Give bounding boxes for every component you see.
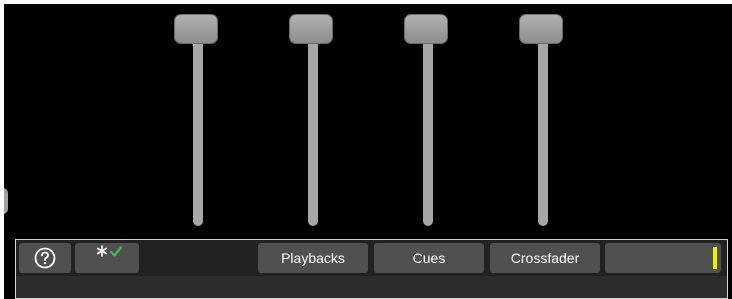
question-circle-icon bbox=[34, 247, 56, 269]
fader-handle[interactable] bbox=[289, 14, 333, 44]
asterisk-icon bbox=[96, 245, 108, 257]
bottom-toolbar: Playbacks Cues Crossfader bbox=[15, 239, 728, 299]
indicator-bar bbox=[713, 247, 717, 269]
fader-track[interactable] bbox=[193, 34, 203, 226]
fader-handle[interactable] bbox=[519, 14, 563, 44]
fader-track[interactable] bbox=[538, 34, 548, 226]
fader-track[interactable] bbox=[423, 34, 433, 226]
status-icons bbox=[96, 245, 123, 257]
fader-stage: Playbacks Cues Crossfader bbox=[4, 4, 732, 299]
fader-3[interactable] bbox=[404, 14, 452, 226]
tab-extra[interactable] bbox=[605, 243, 721, 273]
fader-handle[interactable] bbox=[404, 14, 448, 44]
fader-track[interactable] bbox=[308, 34, 318, 226]
tab-cues[interactable]: Cues bbox=[374, 243, 484, 273]
fader-1[interactable] bbox=[174, 14, 222, 226]
help-button[interactable] bbox=[19, 243, 71, 273]
tab-crossfader[interactable]: Crossfader bbox=[490, 243, 600, 273]
fader-handle[interactable] bbox=[174, 14, 218, 44]
side-panel-handle[interactable] bbox=[4, 188, 8, 214]
tab-playbacks[interactable]: Playbacks bbox=[258, 243, 368, 273]
checkmark-icon bbox=[109, 246, 123, 257]
fader-2[interactable] bbox=[289, 14, 337, 226]
toolbar-lower-area bbox=[16, 276, 727, 298]
status-button[interactable] bbox=[75, 243, 139, 273]
fader-4[interactable] bbox=[519, 14, 567, 226]
